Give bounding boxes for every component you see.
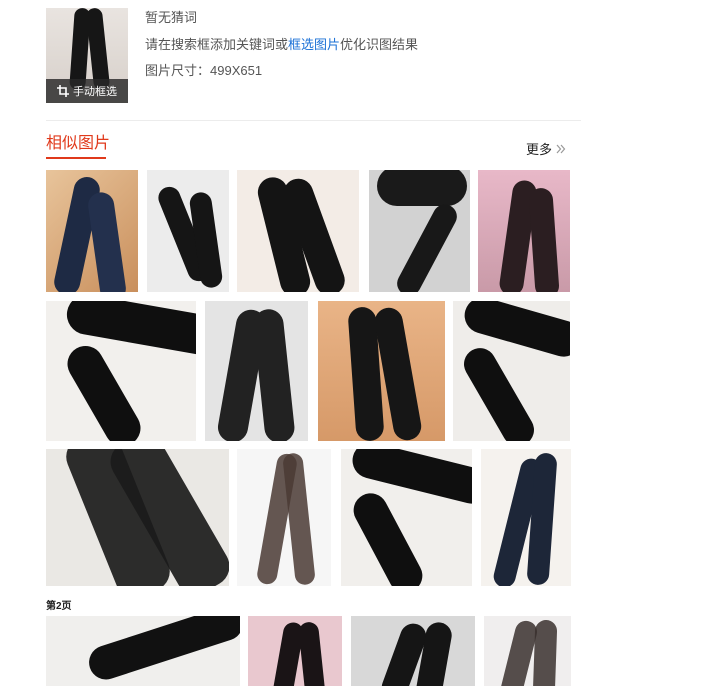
image-size-text: 图片尺寸：499X651 [145,63,263,78]
manual-crop-button[interactable]: 手动框选 [46,79,128,103]
similar-image-thumb[interactable] [237,170,359,292]
more-link[interactable]: 更多 [526,139,566,158]
similar-image-thumb[interactable] [46,616,240,686]
hint-prefix: 请在搜索框添加关键词或 [145,37,289,52]
similar-image-thumb[interactable] [341,449,472,586]
similar-image-thumb[interactable] [147,170,229,292]
hint-text: 请在搜索框添加关键词或框选图片优化识图结果 [145,36,418,53]
similar-image-thumb[interactable] [46,301,196,441]
similar-image-thumb[interactable] [478,170,570,292]
query-image[interactable]: 手动框选 [46,8,128,103]
similar-image-thumb[interactable] [351,616,475,686]
similar-image-thumb[interactable] [369,170,470,292]
similar-image-thumb[interactable] [205,301,308,441]
divider [46,120,581,121]
similar-image-thumb[interactable] [248,616,342,686]
similar-image-thumb[interactable] [453,301,570,441]
query-info: 暂无猜词 请在搜索框添加关键词或框选图片优化识图结果 图片尺寸：499X651 [145,8,418,79]
similar-image-thumb[interactable] [481,449,571,586]
similar-image-thumb[interactable] [237,449,331,586]
hint-suffix: 优化识图结果 [340,37,419,52]
page-2-label: 第2页 [46,601,72,612]
similar-images-title[interactable]: 相似图片 [46,134,110,158]
double-chevron-right-icon [556,144,566,153]
similar-images-underline [46,157,106,159]
manual-crop-label: 手动框选 [73,86,117,98]
crop-icon [57,85,69,97]
similar-image-thumb[interactable] [46,170,138,292]
similar-image-thumb[interactable] [318,301,445,441]
more-label: 更多 [526,142,553,157]
guess-text: 暂无猜词 [145,10,198,25]
similar-image-thumb[interactable] [484,616,571,686]
crop-image-link[interactable]: 框选图片 [288,37,340,52]
similar-image-thumb[interactable] [46,449,229,586]
